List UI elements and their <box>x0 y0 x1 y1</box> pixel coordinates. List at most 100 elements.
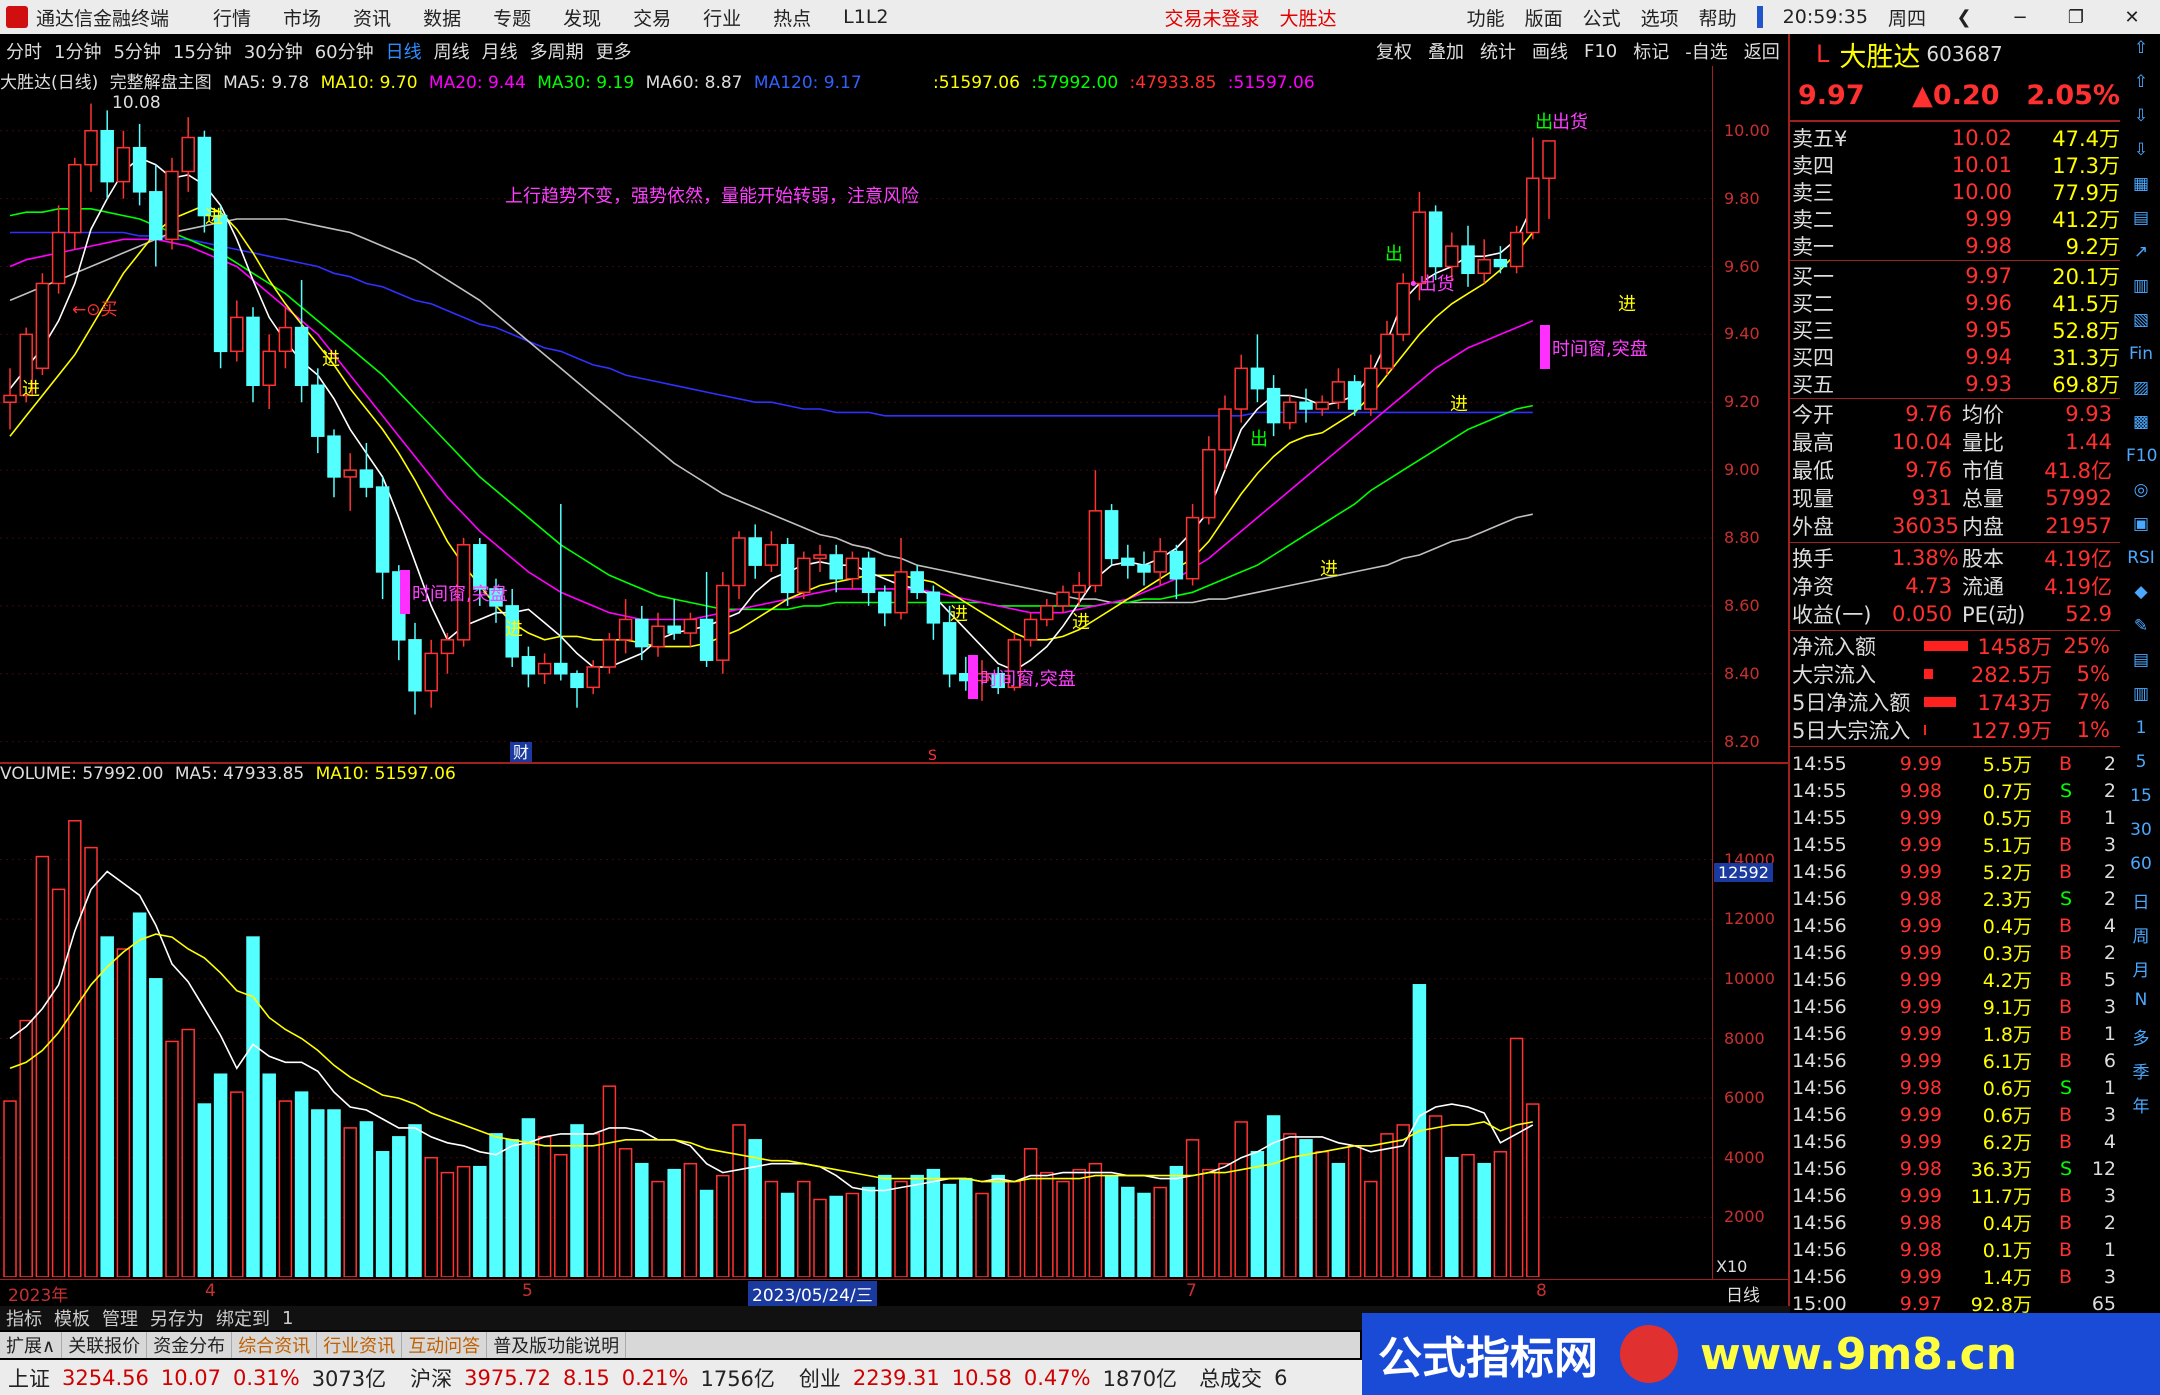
side-tool-icon[interactable]: 5 <box>2126 752 2156 782</box>
period-tab[interactable]: 更多 <box>596 38 632 64</box>
side-tool-icon[interactable]: ▥ <box>2126 684 2156 714</box>
period-tab[interactable]: 30分钟 <box>244 38 303 64</box>
candle-down <box>926 591 941 624</box>
indicator-tab[interactable]: 绑定到 <box>216 1305 270 1331</box>
side-tool-icon[interactable]: 15 <box>2126 786 2156 816</box>
login-status[interactable]: 交易未登录 <box>1165 4 1260 31</box>
bid-row[interactable]: 买四 9.94 31.3万 <box>1790 343 2120 370</box>
side-tool-icon[interactable]: N <box>2126 990 2156 1020</box>
candlestick-chart[interactable]: 10.08上行趋势不变，强势依然，量能开始转弱，注意风险←⊙买进进进进进 进进进进… <box>0 90 1712 762</box>
side-tool-icon[interactable]: ▧ <box>2126 310 2156 340</box>
menu-item-hangye[interactable]: 行业 <box>703 4 741 31</box>
menu-item-zhuanti[interactable]: 专题 <box>493 4 531 31</box>
period-tab[interactable]: 1分钟 <box>54 38 101 64</box>
menu-item-gongneng[interactable]: 功能 <box>1467 4 1505 31</box>
side-tool-icon[interactable]: ⇧ <box>2126 38 2156 68</box>
close-icon[interactable]: ✕ <box>2114 7 2150 28</box>
bid-row[interactable]: 买五 9.93 69.8万 <box>1790 370 2120 397</box>
side-tool-icon[interactable]: ▦ <box>2126 174 2156 204</box>
side-tool-icon[interactable]: 月 <box>2126 956 2156 986</box>
side-tool-icon[interactable]: F10 <box>2126 446 2157 476</box>
menu-item-xuanxiang[interactable]: 选项 <box>1641 4 1679 31</box>
side-tool-icon[interactable]: 年 <box>2126 1092 2156 1122</box>
volume-chart[interactable] <box>0 785 1712 1277</box>
side-tool-icon[interactable]: ◎ <box>2126 480 2156 510</box>
side-tool-icon[interactable]: ▥ <box>2126 276 2156 306</box>
indicator-tab[interactable]: 管理 <box>102 1305 138 1331</box>
extension-tab[interactable]: 综合资讯 <box>232 1332 318 1358</box>
side-tool-icon[interactable]: ▤ <box>2126 208 2156 238</box>
side-tool-icon[interactable]: 60 <box>2126 854 2156 884</box>
side-tool-icon[interactable]: 1 <box>2126 718 2156 748</box>
side-tool-icon[interactable]: Fin <box>2126 344 2156 374</box>
chart-tool-button[interactable]: F10 <box>1584 41 1617 62</box>
side-tool-icon[interactable]: 多 <box>2126 1024 2156 1054</box>
extension-tab[interactable]: 关联报价 <box>62 1332 148 1358</box>
bid-row[interactable]: 买一 9.97 20.1万 <box>1790 262 2120 289</box>
period-tab[interactable]: 日线 <box>386 38 422 64</box>
side-tool-icon[interactable]: ▨ <box>2126 378 2156 408</box>
menu-item-l1l2[interactable]: L1L2 <box>843 6 888 28</box>
indicator-tab[interactable]: 指标 <box>6 1305 42 1331</box>
menu-item-gongshi[interactable]: 公式 <box>1583 4 1621 31</box>
menu-item-shuju[interactable]: 数据 <box>423 4 461 31</box>
menu-item-redian[interactable]: 热点 <box>773 4 811 31</box>
menu-item-banmian[interactable]: 版面 <box>1525 4 1563 31</box>
menu-item-faxian[interactable]: 发现 <box>563 4 601 31</box>
side-tool-icon[interactable]: ◆ <box>2126 582 2156 612</box>
menu-item-jiaoyi[interactable]: 交易 <box>633 4 671 31</box>
chart-tool-button[interactable]: 返回 <box>1744 38 1780 64</box>
ask-row[interactable]: 卖二 9.99 41.2万 <box>1790 205 2120 232</box>
indicator-tab[interactable]: 模板 <box>54 1305 90 1331</box>
side-tool-icon[interactable]: 周 <box>2126 922 2156 952</box>
side-tool-icon[interactable]: ✎ <box>2126 616 2156 646</box>
extension-tab[interactable]: 互动问答 <box>402 1332 488 1358</box>
indicator-tab[interactable]: 另存为 <box>150 1305 204 1331</box>
ask-row[interactable]: 卖五¥ 10.02 47.4万 <box>1790 124 2120 151</box>
side-tool-icon[interactable]: 季 <box>2126 1058 2156 1088</box>
side-tool-icon[interactable]: ▣ <box>2126 514 2156 544</box>
minimize-icon[interactable]: − <box>2002 7 2038 28</box>
extension-tab[interactable]: 行业资讯 <box>317 1332 403 1358</box>
indicator-tab[interactable]: 1 <box>282 1308 293 1329</box>
stat-value: 36035 <box>1892 514 1959 538</box>
side-tool-icon[interactable]: ↗ <box>2126 242 2156 272</box>
ask-row[interactable]: 卖三 10.00 77.9万 <box>1790 178 2120 205</box>
side-tool-icon[interactable]: ⇧ <box>2126 72 2156 102</box>
chart-tool-button[interactable]: 复权 <box>1376 38 1412 64</box>
period-tab[interactable]: 15分钟 <box>173 38 232 64</box>
chart-tool-button[interactable]: 统计 <box>1480 38 1516 64</box>
period-tab[interactable]: 月线 <box>482 38 518 64</box>
stat-value: 4.19亿 <box>2044 547 2112 571</box>
chart-tool-button[interactable]: 叠加 <box>1428 38 1464 64</box>
ask-row[interactable]: 卖一 9.98 9.2万 <box>1790 232 2120 259</box>
bid-row[interactable]: 买二 9.96 41.5万 <box>1790 289 2120 316</box>
menu-item-shichang[interactable]: 市场 <box>283 4 321 31</box>
period-tab[interactable]: 60分钟 <box>315 38 374 64</box>
bid-row[interactable]: 买三 9.95 52.8万 <box>1790 316 2120 343</box>
menu-item-bangzhu[interactable]: 帮助 <box>1699 4 1737 31</box>
menu-item-zixun[interactable]: 资讯 <box>353 4 391 31</box>
extension-tab[interactable]: 扩展∧ <box>0 1332 63 1358</box>
tick-volume: 5.1万 <box>1982 835 2032 857</box>
period-tab[interactable]: 5分钟 <box>113 38 160 64</box>
period-tab[interactable]: 多周期 <box>530 38 584 64</box>
side-tool-icon[interactable]: ▩ <box>2126 412 2156 442</box>
extension-tab[interactable]: 普及版功能说明 <box>487 1332 627 1358</box>
ask-row[interactable]: 卖四 10.01 17.3万 <box>1790 151 2120 178</box>
chart-tool-button[interactable]: -自选 <box>1685 38 1728 64</box>
period-tab[interactable]: 周线 <box>434 38 470 64</box>
restore-icon[interactable]: ❐ <box>2058 7 2094 28</box>
side-tool-icon[interactable]: 日 <box>2126 888 2156 918</box>
chart-tool-button[interactable]: 标记 <box>1633 38 1669 64</box>
period-tab[interactable]: 分时 <box>6 38 42 64</box>
side-tool-icon[interactable]: ⇩ <box>2126 140 2156 170</box>
side-tool-icon[interactable]: ▤ <box>2126 650 2156 680</box>
chart-tool-button[interactable]: 画线 <box>1532 38 1568 64</box>
menu-item-hangqing[interactable]: 行情 <box>213 4 251 31</box>
side-tool-icon[interactable]: ⇩ <box>2126 106 2156 136</box>
extension-tab[interactable]: 资金分布 <box>147 1332 233 1358</box>
back-icon[interactable]: ❮ <box>1946 7 1982 28</box>
side-tool-icon[interactable]: RSI <box>2126 548 2156 578</box>
side-tool-icon[interactable]: 30 <box>2126 820 2156 850</box>
